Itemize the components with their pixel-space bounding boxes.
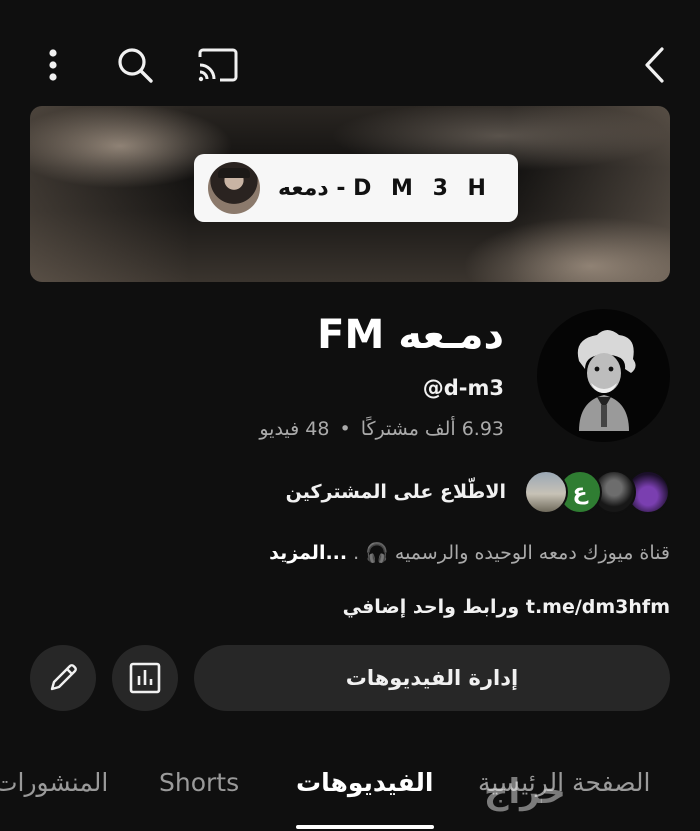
subscriber-avatar [524, 470, 568, 514]
channel-links[interactable]: t.me/dm3hfm ورابط واحد إضافي [343, 596, 670, 618]
channel-avatar-illustration [577, 329, 636, 431]
banner-name-pill: دمعه - D M 3 H [194, 154, 518, 222]
back-button[interactable] [630, 40, 680, 90]
banner-avatar-image [208, 162, 260, 214]
tab-posts[interactable]: المنشورات [0, 768, 108, 797]
channel-page: دمعه - D M 3 H دمـعه FM @d-m3 6.93 ألف م… [0, 0, 700, 831]
channel-description[interactable]: قناة ميوزك دمعه الوحيده والرسميه 🎧 . ...… [269, 541, 670, 565]
view-subscribers-label: الاطّلاع على المشتركين [285, 481, 506, 503]
channel-banner: دمعه - D M 3 H [30, 106, 670, 282]
manage-videos-button[interactable]: إدارة الفيديوهات [194, 645, 670, 711]
video-count: 48 فيديو [259, 418, 330, 440]
channel-name: دمـعه FM [317, 312, 504, 358]
tab-shorts[interactable]: Shorts [159, 768, 239, 797]
tab-videos[interactable]: الفيديوهات [296, 768, 434, 797]
more-options-button[interactable] [28, 40, 78, 90]
search-button[interactable] [110, 40, 160, 90]
description-more-link[interactable]: ...المزيد [269, 542, 347, 564]
subscriber-avatars: ع [524, 470, 670, 514]
channel-handle: @d-m3 [422, 376, 504, 400]
search-icon [118, 48, 153, 83]
watermark-logo: حراج [484, 772, 566, 812]
view-subscribers-row[interactable]: ع الاطّلاع على المشتركين [286, 468, 670, 516]
analytics-button[interactable] [112, 645, 178, 711]
active-tab-indicator [296, 825, 434, 829]
channel-stats: 6.93 ألف مشتركًا • 48 فيديو [259, 418, 504, 440]
description-text: قناة ميوزك دمعه الوحيده والرسميه 🎧 . [353, 542, 670, 564]
stats-separator: • [339, 418, 351, 440]
channel-avatar[interactable] [537, 309, 670, 442]
banner-text: دمعه - D M 3 H [278, 175, 492, 201]
cast-icon [198, 48, 238, 82]
pencil-icon [50, 664, 77, 691]
back-arrow-icon [645, 47, 664, 83]
subscriber-count: 6.93 ألف مشتركًا [360, 418, 504, 440]
analytics-icon [129, 662, 161, 694]
more-vertical-icon [49, 49, 57, 81]
edit-channel-button[interactable] [30, 645, 96, 711]
cast-button[interactable] [192, 40, 242, 90]
